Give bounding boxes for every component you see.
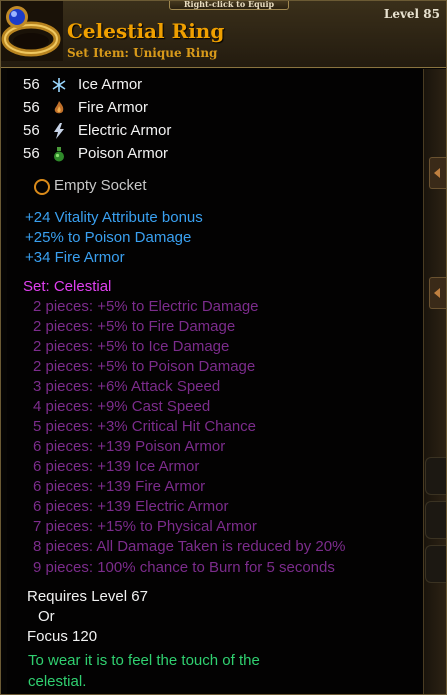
- side-slot[interactable]: [425, 457, 446, 495]
- background-side-panel: [423, 69, 446, 694]
- poison-flask-icon: [51, 146, 67, 162]
- item-name: Celestial Ring: [67, 19, 225, 43]
- bonus-line: +34 Fire Armor: [25, 249, 125, 266]
- set-bonus-line: 9 pieces: 100% chance to Burn for 5 seco…: [33, 559, 335, 576]
- tooltip-header: Right-click to Equip Celestial Ring Set …: [1, 1, 446, 68]
- armor-value: 56: [23, 76, 40, 93]
- set-bonus-line: 2 pieces: +5% to Poison Damage: [33, 358, 256, 375]
- side-slot[interactable]: [425, 545, 446, 583]
- ring-icon: [1, 1, 63, 61]
- armor-value: 56: [23, 145, 40, 162]
- socket-ring-icon: [34, 179, 50, 195]
- set-bonus-line: 4 pieces: +9% Cast Speed: [33, 398, 211, 415]
- required-level: Requires Level 67: [27, 588, 148, 605]
- equip-hint: Right-click to Equip: [169, 1, 289, 10]
- set-bonus-line: 3 pieces: +6% Attack Speed: [33, 378, 221, 395]
- armor-value: 56: [23, 99, 40, 116]
- item-tooltip: Right-click to Equip Celestial Ring Set …: [0, 0, 447, 695]
- set-bonus-line: 6 pieces: +139 Poison Armor: [33, 438, 226, 455]
- armor-label: Poison Armor: [78, 145, 169, 162]
- bonus-line: +25% to Poison Damage: [25, 229, 192, 246]
- armor-value: 56: [23, 122, 40, 139]
- item-level: Level 85: [383, 7, 440, 21]
- side-collapse-arrow-icon[interactable]: [429, 157, 446, 189]
- required-focus: Focus 120: [27, 628, 98, 645]
- set-bonus-line: 8 pieces: All Damage Taken is reduced by…: [33, 538, 346, 555]
- set-bonus-line: 2 pieces: +5% to Ice Damage: [33, 338, 230, 355]
- set-title: Set: Celestial: [23, 278, 112, 295]
- set-bonus-line: 7 pieces: +15% to Physical Armor: [33, 518, 257, 535]
- side-slot[interactable]: [425, 501, 446, 539]
- armor-label: Fire Armor: [78, 99, 149, 116]
- set-bonus-line: 2 pieces: +5% to Fire Damage: [33, 318, 236, 335]
- armor-label: Ice Armor: [78, 76, 143, 93]
- set-bonus-line: 6 pieces: +139 Electric Armor: [33, 498, 229, 515]
- set-bonus-line: 2 pieces: +5% to Electric Damage: [33, 298, 259, 315]
- lightning-icon: [51, 123, 67, 139]
- empty-socket: Empty Socket: [54, 177, 147, 194]
- flame-icon: [51, 100, 67, 116]
- armor-label: Electric Armor: [78, 122, 172, 139]
- flavor-text-line-1: To wear it is to feel the touch of the: [28, 652, 260, 669]
- flavor-text-line-2: celestial.: [28, 673, 87, 690]
- bonus-line: +24 Vitality Attribute bonus: [25, 209, 203, 226]
- side-collapse-arrow-icon[interactable]: [429, 277, 446, 309]
- item-type: Set Item: Unique Ring: [67, 46, 218, 60]
- requirement-or: Or: [38, 608, 55, 625]
- snowflake-icon: [51, 77, 67, 93]
- set-bonus-line: 6 pieces: +139 Fire Armor: [33, 478, 206, 495]
- set-bonus-line: 6 pieces: +139 Ice Armor: [33, 458, 200, 475]
- set-bonus-line: 5 pieces: +3% Critical Hit Chance: [33, 418, 257, 435]
